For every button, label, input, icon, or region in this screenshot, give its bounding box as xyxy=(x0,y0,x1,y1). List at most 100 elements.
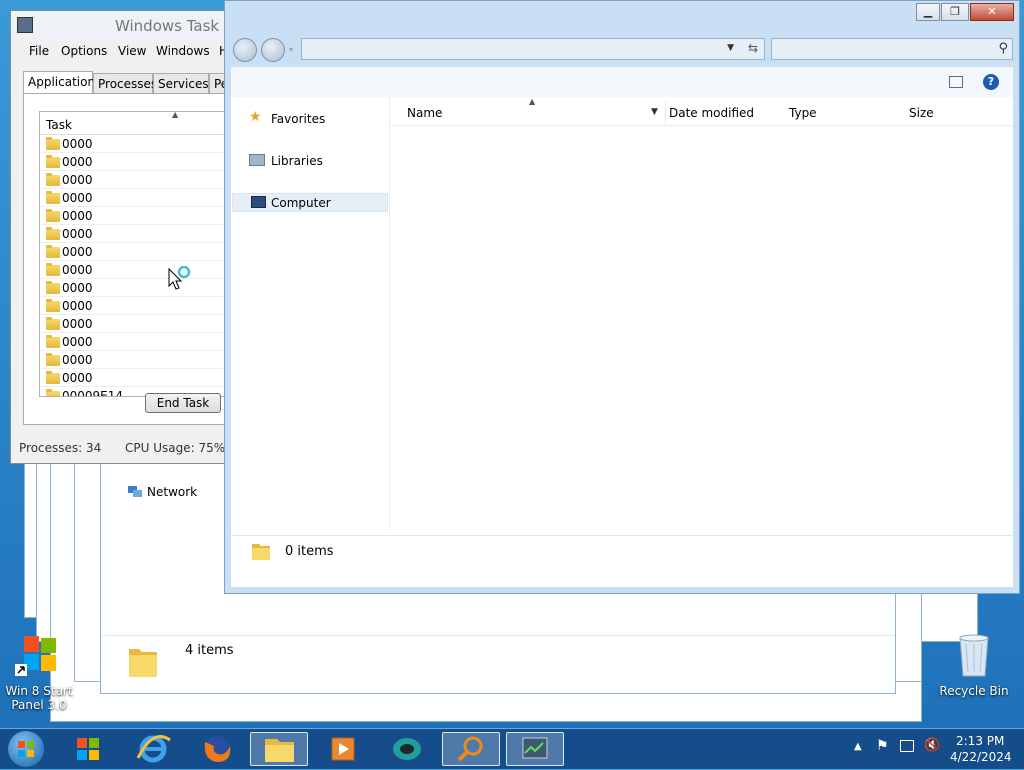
tab-services[interactable]: Services xyxy=(153,73,209,93)
clock-date[interactable]: 4/22/2024 xyxy=(950,750,1012,764)
divider xyxy=(231,535,1013,536)
task-name: 0000 xyxy=(62,173,93,187)
folder-icon xyxy=(127,643,159,679)
items-count: 4 items xyxy=(185,643,234,658)
task-list: Task ▲ 0000 0000 0000 0000 0000 0000 0000 0000 0… xyxy=(39,111,241,397)
preview-pane-icon[interactable] xyxy=(949,76,963,88)
task-row[interactable]: 0000 xyxy=(40,333,240,351)
favorites-star-icon: ★ xyxy=(249,109,262,125)
task-name: 0000 xyxy=(62,137,93,151)
nav-computer-label: Computer xyxy=(271,196,331,210)
navigation-pane: ★ Favorites Libraries Computer xyxy=(231,97,390,529)
task-row[interactable]: 0000 xyxy=(40,261,240,279)
divider xyxy=(101,635,895,636)
task-name: 0000 xyxy=(62,155,93,169)
task-manager-taskbar-button[interactable] xyxy=(506,732,564,766)
show-hidden-icons-icon[interactable]: ▲ xyxy=(854,741,862,752)
menu-file[interactable]: File xyxy=(29,44,49,58)
task-name: 0000 xyxy=(62,191,93,205)
task-row[interactable]: 0000 xyxy=(40,225,240,243)
search-icon[interactable]: ⚲ xyxy=(998,41,1008,56)
clock-time[interactable]: 2:13 PM xyxy=(956,734,1004,748)
address-dropdown-icon[interactable]: ▼ xyxy=(727,43,734,53)
forward-button[interactable] xyxy=(261,38,285,62)
title-bar[interactable]: Windows Task M xyxy=(11,11,251,39)
menu-view[interactable]: View xyxy=(118,44,146,58)
back-button[interactable] xyxy=(233,38,257,62)
command-bar: ? xyxy=(231,67,1013,97)
folder-icon xyxy=(46,209,60,222)
volume-muted-icon[interactable]: 🔇 xyxy=(924,738,940,753)
task-manager-window: Windows Task M File Options View Windows… xyxy=(10,10,253,464)
menu-windows[interactable]: Windows xyxy=(156,44,210,58)
task-name: 0000 xyxy=(62,371,93,385)
folder-icon xyxy=(46,263,60,276)
task-name: 0000 xyxy=(62,281,93,295)
internet-explorer-icon[interactable] xyxy=(124,732,182,766)
task-row[interactable]: 0000 xyxy=(40,297,240,315)
column-filter-icon[interactable]: ▼ xyxy=(651,107,658,117)
search-input[interactable]: ⚲ xyxy=(771,38,1013,60)
close-button[interactable]: ✕ xyxy=(970,3,1014,21)
file-explorer-taskbar-button[interactable] xyxy=(250,732,308,766)
task-row[interactable]: 0000 xyxy=(40,351,240,369)
task-name: 0000 xyxy=(62,227,93,241)
tab-strip: Applications Processes Services Per xyxy=(23,71,251,95)
task-row[interactable]: 0000 xyxy=(40,153,240,171)
minimize-button[interactable]: ▁ xyxy=(916,3,940,21)
folder-icon xyxy=(46,299,60,312)
column-header-task[interactable]: Task ▲ xyxy=(40,112,240,135)
task-row[interactable]: 0000 xyxy=(40,279,240,297)
nav-favorites[interactable]: Favorites xyxy=(271,112,325,126)
start-button[interactable] xyxy=(8,731,44,767)
folder-icon xyxy=(46,155,60,168)
windows-logo-shortcut-icon[interactable] xyxy=(14,634,64,680)
tab-applications[interactable]: Applications xyxy=(23,71,101,94)
task-name: 0000 xyxy=(62,353,93,367)
folder-icon xyxy=(46,173,60,186)
recycle-bin-icon[interactable] xyxy=(956,632,992,678)
firefox-icon[interactable] xyxy=(188,732,246,766)
task-row[interactable]: 0000 xyxy=(40,189,240,207)
libraries-icon xyxy=(249,154,265,166)
explorer-window: ▁ ❐ ✕ ▾ ▼ ⇆ ⚲ ? ★ Favorites Libraries Co… xyxy=(224,0,1020,594)
task-row[interactable]: 0000 xyxy=(40,135,240,153)
task-name: 0000 xyxy=(62,209,93,223)
shortcut-label[interactable]: Win 8 Start Panel 3.0 xyxy=(2,684,76,712)
status-processes: Processes: 34 xyxy=(19,441,102,455)
network-status-icon[interactable] xyxy=(900,740,914,752)
task-row[interactable]: 0000 xyxy=(40,315,240,333)
network-icon xyxy=(127,485,143,499)
nav-libraries[interactable]: Libraries xyxy=(271,154,323,168)
menu-options[interactable]: Options xyxy=(61,44,107,58)
app-leaf-icon[interactable] xyxy=(378,732,436,766)
taskbar-windows-flag-icon[interactable] xyxy=(60,732,118,766)
tab-processes[interactable]: Processes xyxy=(93,73,157,93)
action-center-flag-icon[interactable]: ⚑ xyxy=(876,738,889,754)
address-bar[interactable]: ▼ ⇆ xyxy=(301,38,765,60)
column-size[interactable]: Size xyxy=(909,101,934,125)
recycle-bin-label[interactable]: Recycle Bin xyxy=(936,684,1012,698)
sort-arrow-icon: ▲ xyxy=(529,97,536,106)
task-row[interactable]: 0000 xyxy=(40,207,240,225)
maximize-button[interactable]: ❐ xyxy=(941,3,969,21)
recent-pages-icon[interactable]: ▾ xyxy=(289,45,293,54)
network-label[interactable]: Network xyxy=(147,485,197,499)
column-name[interactable]: Name xyxy=(407,101,442,125)
task-row[interactable]: 0000 xyxy=(40,171,240,189)
status-cpu: CPU Usage: 75% xyxy=(125,441,226,455)
refresh-icon[interactable]: ⇆ xyxy=(748,41,758,55)
help-icon[interactable]: ? xyxy=(983,74,999,90)
folder-icon xyxy=(46,281,60,294)
media-player-icon[interactable] xyxy=(314,732,372,766)
end-task-button[interactable]: End Task xyxy=(145,393,221,413)
sort-arrow-icon: ▲ xyxy=(172,111,179,119)
task-row[interactable]: 0000 xyxy=(40,369,240,387)
divider xyxy=(665,101,666,125)
window-title: Windows Task M xyxy=(115,17,237,35)
column-type[interactable]: Type xyxy=(789,101,817,125)
task-row[interactable]: 0000 xyxy=(40,243,240,261)
column-date-modified[interactable]: Date modified xyxy=(669,101,754,125)
task-name: 00009E14 xyxy=(62,389,124,397)
search-app-taskbar-button[interactable] xyxy=(442,732,500,766)
